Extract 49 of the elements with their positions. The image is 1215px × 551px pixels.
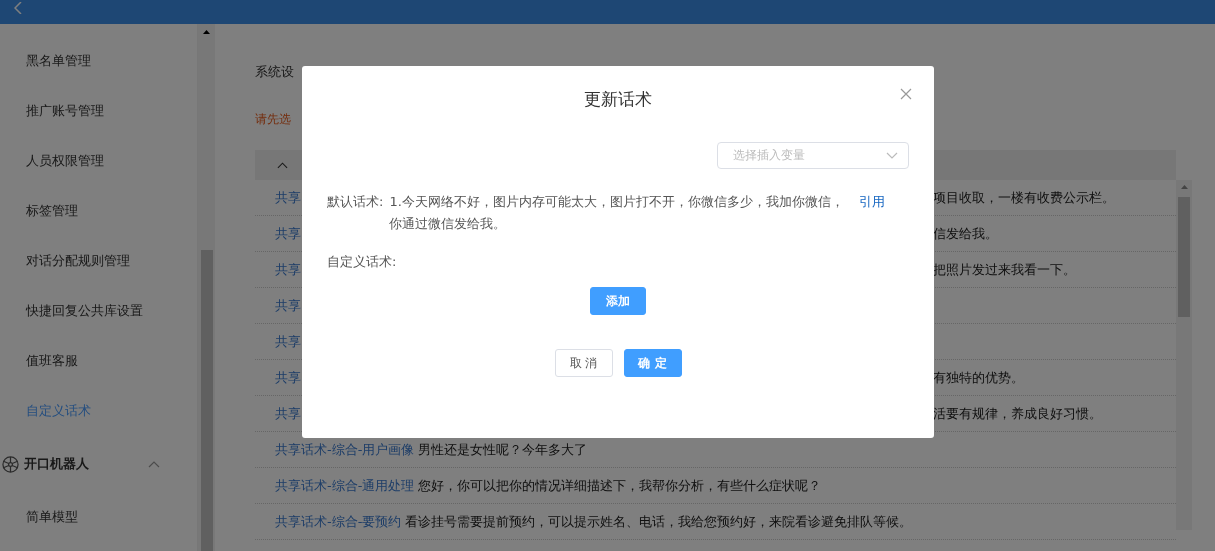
script-title-link[interactable]: 共享 — [275, 189, 301, 205]
caret-icon[interactable] — [277, 161, 288, 169]
sidebar-item[interactable]: 值班客服 — [0, 336, 197, 386]
sidebar-item[interactable]: 人员权限管理 — [0, 136, 197, 186]
cancel-button[interactable]: 取 消 — [554, 349, 613, 377]
field-label: 自定义话术: — [327, 254, 397, 269]
wheel-icon — [2, 455, 19, 473]
caret-icon[interactable] — [148, 460, 160, 468]
variable-select[interactable]: 选择插入变量 — [717, 142, 909, 169]
script-text: 您好，你可以把你的情况详细描述下，我帮你分析，有些什么症状呢？ — [418, 477, 822, 493]
sidebar-item[interactable]: 推广账号管理 — [0, 86, 197, 136]
sidebar-item[interactable]: 快捷回复公共库设置 — [0, 286, 197, 336]
script-title-link[interactable]: 共享话术-综合-要预约 — [275, 513, 402, 529]
sidebar-item[interactable]: 黑名单管理 — [0, 36, 197, 86]
default-script-text: 1.今天网络不好，图片内存可能太大，图片打不开，你微信多少，我加你微信，你通过微信发给我。 — [389, 193, 845, 233]
quote-link[interactable]: 引用 — [859, 191, 886, 235]
dialog-title: 更新话术 — [583, 88, 653, 111]
script-text: 活要有规律，养成良好习惯。 — [933, 404, 1102, 423]
confirm-button[interactable]: 确 定 — [623, 349, 682, 377]
script-text: 把照片发过来我看一下。 — [933, 260, 1076, 279]
back-icon[interactable] — [14, 2, 22, 14]
script-text: 信发给我。 — [933, 224, 998, 243]
script-title-link[interactable]: 共享 — [275, 297, 301, 313]
sidebar-item[interactable]: 自定义话术 — [0, 386, 197, 436]
script-text: 项目收取，一楼有收费公示栏。 — [933, 188, 1115, 207]
script-title-link[interactable]: 共享 — [275, 261, 301, 277]
sidebar-group-label[interactable]: 开口机器人 — [24, 455, 89, 473]
script-title-link[interactable]: 共享话术-综合-用户画像 — [275, 441, 415, 457]
script-title-link[interactable]: 共享话术-综合-通用处理 — [275, 477, 415, 493]
notice-text: 请先选 — [255, 111, 292, 128]
scrollbar[interactable] — [1176, 180, 1192, 530]
breadcrumb: 系统设 — [255, 63, 295, 81]
field-label: 默认话术: — [327, 193, 384, 211]
script-text: 男性还是女性呢？今年多大了 — [418, 441, 588, 457]
script-text: 有独特的优势。 — [933, 368, 1024, 387]
chevron-icon — [886, 152, 898, 159]
script-text: 看诊挂号需要提前预约，可以提示姓名、电话，我给您预约好，来院看诊避免排队等候。 — [405, 513, 913, 529]
scrollbar[interactable] — [198, 24, 215, 551]
add-button[interactable]: 添加 — [590, 287, 646, 315]
script-title-link[interactable]: 共享 — [275, 333, 301, 349]
script-title-link[interactable]: 共享 — [275, 369, 301, 385]
scroll-up-arrow-icon[interactable] — [1180, 185, 1188, 189]
script-title-link[interactable]: 共享 — [275, 225, 301, 241]
script-title-link[interactable]: 共享 — [275, 405, 301, 421]
sidebar-item[interactable]: 简单模型 — [0, 492, 197, 542]
sidebar-item[interactable]: 标签管理 — [0, 186, 197, 236]
sidebar-item[interactable]: 对话分配规则管理 — [0, 236, 197, 286]
scroll-up-arrow-icon[interactable] — [203, 30, 210, 34]
close-icon[interactable] — [900, 88, 912, 100]
